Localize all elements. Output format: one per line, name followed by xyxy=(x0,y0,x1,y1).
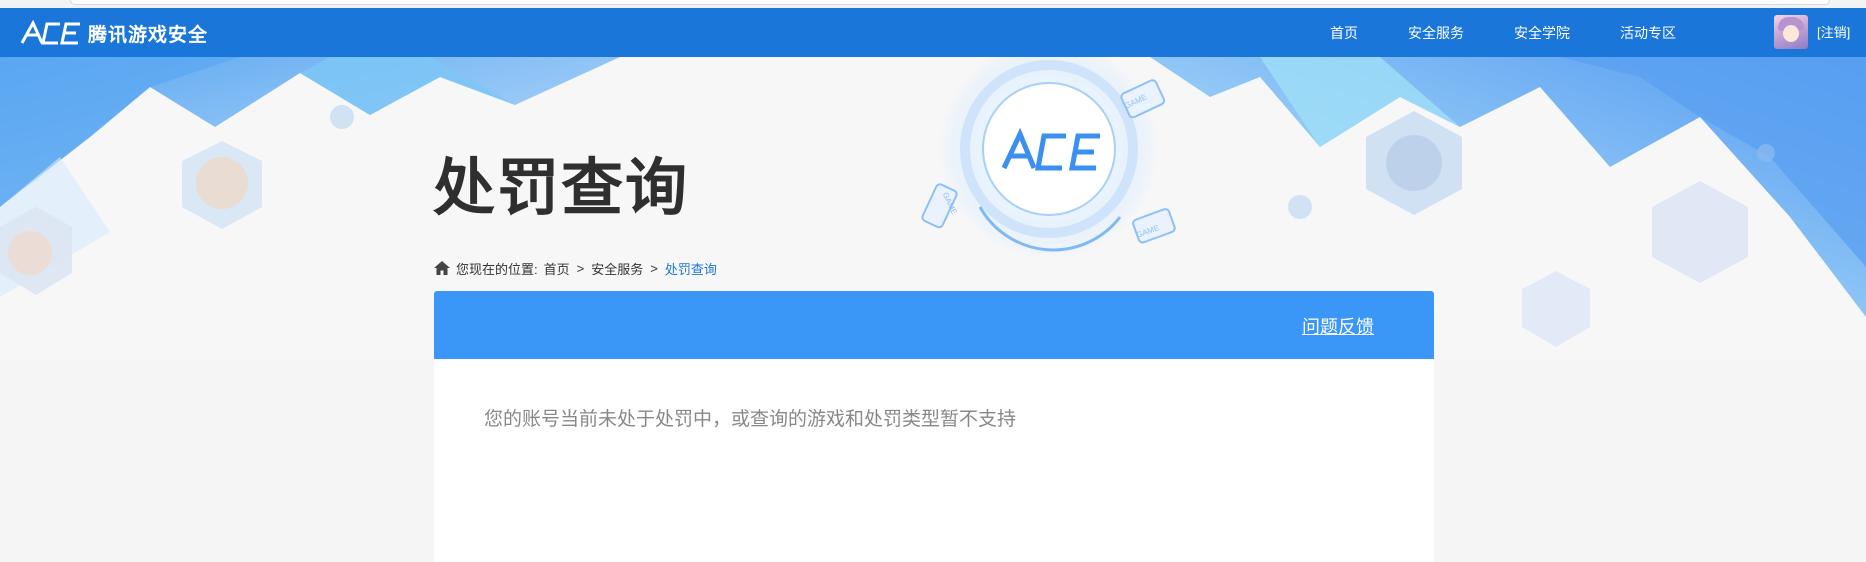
top-navbar: 腾讯游戏安全 首页 安全服务 安全学院 活动专区 [注销] xyxy=(0,8,1866,57)
user-avatar[interactable] xyxy=(1774,15,1808,49)
breadcrumb-separator: > xyxy=(650,260,658,276)
breadcrumb-home[interactable]: 首页 xyxy=(544,259,570,278)
nav-events[interactable]: 活动专区 xyxy=(1620,23,1676,43)
breadcrumb-current: 处罚查询 xyxy=(664,261,717,277)
home-icon xyxy=(434,261,450,275)
panel-body: 您的账号当前未处于处罚中，或查询的游戏和处罚类型暂不支持 xyxy=(434,359,1434,562)
panel-header: 问题反馈 xyxy=(434,291,1434,359)
hex-character-far-right xyxy=(1652,181,1748,283)
nav-home[interactable]: 首页 xyxy=(1330,23,1358,43)
logout-link[interactable]: [注销] xyxy=(1817,8,1850,57)
status-message: 您的账号当前未处于处罚中，或查询的游戏和处罚类型暂不支持 xyxy=(484,409,1017,430)
logo-text: 腾讯游戏安全 xyxy=(88,24,209,46)
hex-character-bottom-right xyxy=(1522,271,1590,347)
breadcrumb-security-services[interactable]: 安全服务 xyxy=(591,259,643,278)
nav-security-services[interactable]: 安全服务 xyxy=(1408,23,1464,43)
address-bar-edge xyxy=(70,0,1830,5)
breadcrumb: 您现在的位置: 首页 > 安全服务 > 处罚查询 xyxy=(434,258,717,278)
nav-security-academy[interactable]: 安全学院 xyxy=(1514,23,1570,43)
breadcrumb-separator: > xyxy=(576,260,585,276)
browser-chrome-strip xyxy=(0,0,1866,8)
feedback-link[interactable]: 问题反馈 xyxy=(1302,313,1374,339)
site-logo[interactable]: 腾讯游戏安全 xyxy=(20,18,208,48)
breadcrumb-prefix: 您现在的位置: xyxy=(456,261,538,277)
page-title: 处罚查询 xyxy=(433,154,690,223)
ace-logo-icon xyxy=(20,20,80,45)
main-nav: 首页 安全服务 安全学院 活动专区 xyxy=(1330,8,1676,57)
